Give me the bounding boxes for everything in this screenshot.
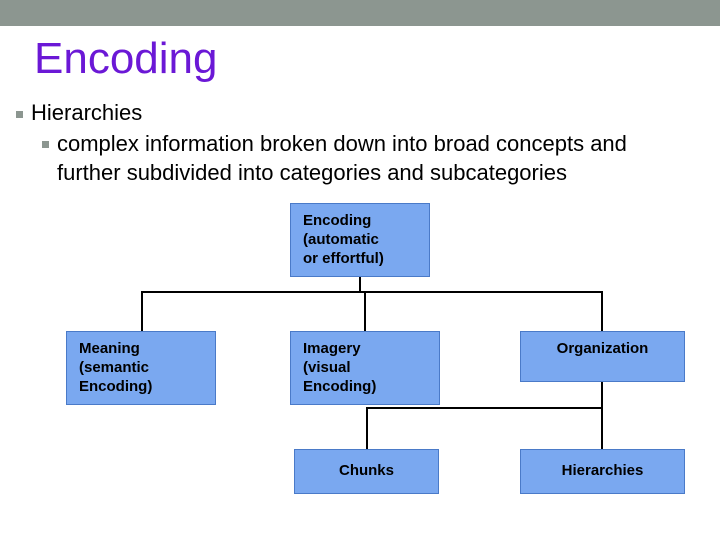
bullet-list: Hierarchies complex information broken d… xyxy=(0,100,720,187)
node-organization: Organization xyxy=(520,331,685,382)
connector-line xyxy=(601,407,603,449)
bullet-1-text: Hierarchies xyxy=(31,100,142,126)
top-bar xyxy=(0,0,720,26)
bullet-square-icon xyxy=(16,111,23,118)
connector-line xyxy=(364,291,366,331)
connector-line xyxy=(601,291,603,331)
node-chunks: Chunks xyxy=(294,449,439,494)
node-meaning: Meaning (semantic Encoding) xyxy=(66,331,216,405)
connector-line xyxy=(366,407,603,409)
connector-line xyxy=(366,407,368,449)
slide-title: Encoding xyxy=(0,26,720,100)
node-encoding-root: Encoding (automatic or effortful) xyxy=(290,203,430,277)
bullet-level-1: Hierarchies xyxy=(16,100,692,126)
bullet-square-icon xyxy=(42,141,49,148)
connector-line xyxy=(141,291,603,293)
bullet-level-2: complex information broken down into bro… xyxy=(16,130,692,187)
node-hierarchies: Hierarchies xyxy=(520,449,685,494)
node-imagery: Imagery (visual Encoding) xyxy=(290,331,440,405)
connector-line xyxy=(141,291,143,331)
bullet-2-text: complex information broken down into bro… xyxy=(57,130,692,187)
hierarchy-diagram: Encoding (automatic or effortful) Meanin… xyxy=(0,187,720,517)
